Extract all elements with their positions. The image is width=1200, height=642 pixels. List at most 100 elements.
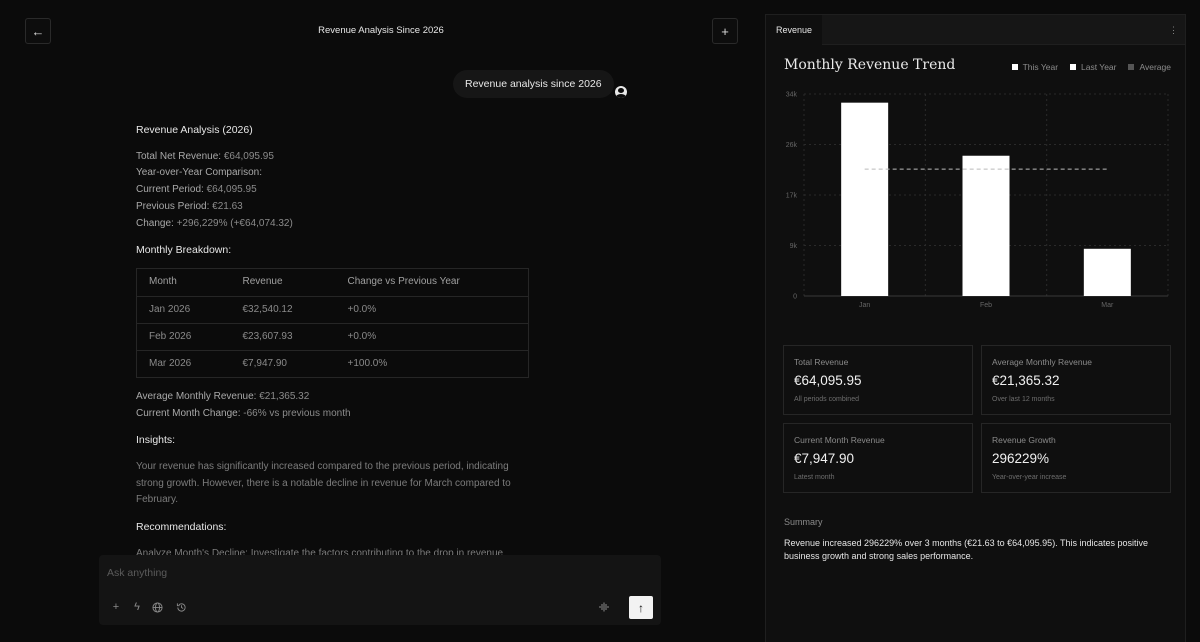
table-row: Mar 2026 €7,947.90 +100.0% — [137, 350, 529, 377]
total-net-label: Total Net Revenue: — [136, 150, 222, 162]
current-period-line: Current Period: €64,095.95 — [136, 182, 536, 199]
table-row: Feb 2026 €23,607.93 +0.0% — [136, 323, 529, 351]
bar-jan — [841, 102, 889, 296]
legend-swatch — [1011, 64, 1018, 70]
card-subtitle: Over last 12 months — [992, 396, 1055, 403]
change-line: Change: +296,229% (+€64,074.32) — [136, 216, 536, 233]
plus-icon[interactable]: + — [109, 600, 123, 614]
new-chat-button[interactable]: + — [712, 18, 738, 44]
change-label: Change: — [136, 217, 174, 229]
y-tick-label: 26k — [786, 142, 798, 149]
table-cell: €7,947.90 — [242, 357, 288, 369]
x-tick-label: Feb — [980, 302, 992, 309]
current-month-change-label: Current Month Change: — [136, 407, 241, 419]
page-title: Revenue Analysis Since 2026 — [318, 25, 444, 36]
table-cell: +0.0% — [335, 296, 529, 324]
x-tick-label: Jan — [859, 302, 870, 309]
card-value: €7,947.90 — [794, 451, 855, 466]
insights-heading: Insights: — [136, 434, 176, 447]
avg-monthly-label: Average Monthly Revenue: — [136, 390, 257, 402]
assistant-answer: Revenue Analysis (2026) Total Net Revenu… — [136, 122, 536, 563]
panel-tab-bar: Revenue ⋮ — [766, 15, 1185, 45]
column-header-revenue: Revenue — [230, 268, 336, 297]
stat-card-average-monthly: Average Monthly Revenue €21,365.32 Over … — [981, 345, 1171, 415]
message-input[interactable] — [107, 567, 647, 579]
legend-label: Last Year — [1081, 62, 1117, 72]
y-tick-label: 0 — [793, 294, 797, 301]
table-cell: +100.0% — [347, 357, 388, 369]
previous-period-label: Previous Period: — [136, 200, 210, 212]
user-message-bubble: Revenue analysis since 2026 — [453, 70, 614, 98]
monthly-breakdown-table: Month Revenue Change vs Previous Year Ja… — [136, 267, 529, 378]
table-cell: €32,540.12 — [230, 296, 336, 324]
arrow-up-icon: ↑ — [638, 600, 644, 615]
avatar — [615, 86, 627, 98]
answer-heading: Revenue Analysis (2026) — [136, 124, 253, 136]
insights-line: strong growth. However, there is a notab… — [136, 477, 511, 489]
plus-icon: + — [721, 23, 729, 39]
more-options-icon[interactable]: ⋮ — [1169, 23, 1178, 37]
bar-mar — [1083, 248, 1131, 296]
previous-period-value: €21.63 — [209, 200, 243, 212]
table-header-row: Month Revenue Change vs Previous Year — [136, 268, 529, 297]
chart-legend: This Year Last Year Average — [1011, 62, 1171, 72]
column-header-month: Month — [136, 268, 231, 297]
insights-line: February. — [136, 494, 179, 506]
history-icon[interactable] — [174, 600, 188, 614]
avg-monthly-line: Average Monthly Revenue: €21,365.32 — [136, 389, 536, 406]
chat-header: ← Revenue Analysis Since 2026 + — [0, 0, 762, 62]
bolt-icon[interactable]: ϟ — [130, 600, 144, 614]
card-title: Revenue Growth — [992, 435, 1056, 445]
y-tick-label: 9k — [790, 243, 798, 250]
avg-monthly-value: €21,365.32 — [256, 390, 310, 402]
insights-line: Your revenue has significantly increased… — [136, 461, 509, 473]
legend-label: Average — [1139, 62, 1171, 72]
legend-item-this-year[interactable]: This Year — [1011, 62, 1059, 72]
stat-card-current-month: Current Month Revenue €7,947.90 Latest m… — [783, 423, 973, 493]
y-tick-label: 34k — [786, 92, 798, 99]
stat-card-revenue-growth: Revenue Growth 296229% Year-over-year in… — [981, 423, 1171, 493]
legend-swatch — [1128, 64, 1135, 70]
tab-revenue[interactable]: Revenue — [766, 15, 823, 45]
bar-feb — [962, 155, 1010, 296]
summary-text: Revenue increased 296229% over 3 months … — [784, 538, 1149, 561]
y-tick-label: 17k — [786, 193, 798, 200]
current-period-value: €64,095.95 — [203, 184, 257, 196]
card-value: €64,095.95 — [794, 373, 862, 388]
globe-icon[interactable] — [150, 600, 164, 614]
yoy-label: Year-over-Year Comparison: — [136, 167, 262, 179]
previous-period-line: Previous Period: €21.63 — [136, 199, 536, 216]
stat-card-total-revenue: Total Revenue €64,095.95 All periods com… — [783, 345, 973, 415]
legend-item-last-year[interactable]: Last Year — [1070, 62, 1116, 72]
revenue-panel: Revenue ⋮ Monthly Revenue Trend This Yea… — [765, 14, 1186, 642]
table-row: Jan 2026 €32,540.12 +0.0% — [136, 296, 529, 324]
x-tick-label: Mar — [1101, 302, 1114, 309]
card-title: Current Month Revenue — [794, 435, 885, 445]
card-value: 296229% — [992, 451, 1050, 466]
total-net-value: €64,095.95 — [221, 150, 274, 162]
card-subtitle: Latest month — [794, 474, 835, 481]
legend-swatch — [1070, 64, 1077, 70]
card-title: Total Revenue — [794, 357, 849, 367]
current-month-change-value: -66% vs previous month — [240, 407, 351, 419]
send-button[interactable]: ↑ — [629, 596, 653, 619]
card-subtitle: All periods combined — [794, 396, 859, 403]
table-cell: €23,607.93 — [230, 323, 336, 351]
message-composer: + ϟ ↑ — [99, 555, 661, 625]
current-period-label: Current Period: — [136, 184, 204, 196]
total-net-revenue-line: Total Net Revenue: €64,095.95 — [136, 149, 536, 166]
table-cell: Jan 2026 — [136, 296, 231, 324]
legend-item-average[interactable]: Average — [1128, 62, 1171, 72]
breakdown-heading: Monthly Breakdown: — [136, 244, 232, 257]
legend-label: This Year — [1022, 62, 1059, 72]
summary-label: Summary — [784, 517, 823, 527]
card-subtitle: Year-over-year increase — [992, 474, 1067, 481]
table-cell: Feb 2026 — [136, 323, 231, 351]
current-month-change-line: Current Month Change: -66% vs previous m… — [136, 406, 536, 423]
recommendations-heading: Recommendations: — [136, 521, 227, 534]
chat-pane: ← Revenue Analysis Since 2026 + Revenue … — [0, 0, 762, 642]
revenue-bar-chart: 0 9k 17k 26k 34k Jan Feb Mar — [786, 92, 1169, 309]
table-cell: Mar 2026 — [149, 357, 192, 369]
voice-icon[interactable] — [597, 600, 611, 614]
table-cell: +0.0% — [335, 323, 529, 351]
